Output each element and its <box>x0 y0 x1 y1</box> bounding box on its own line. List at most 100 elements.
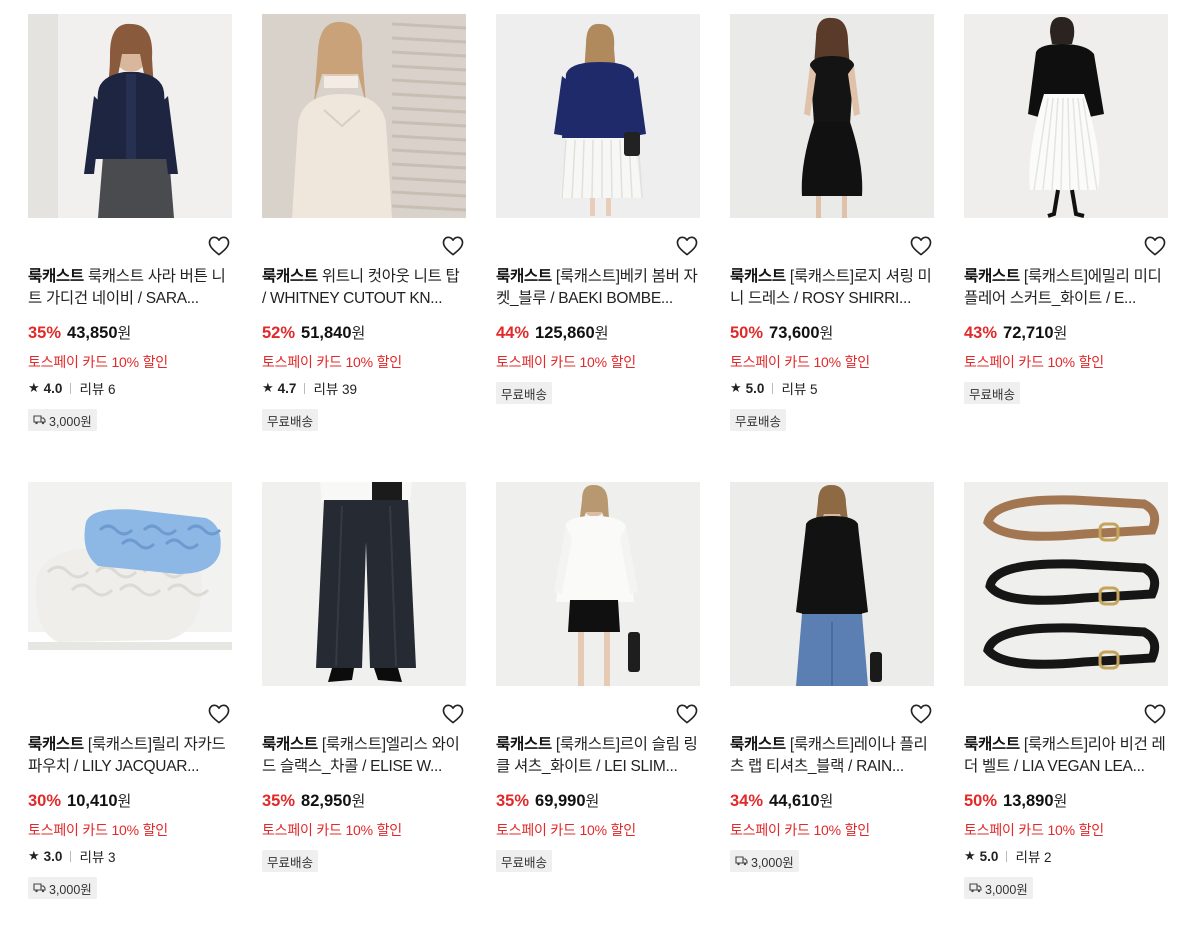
price-row: 35% 69,990원 <box>496 790 599 811</box>
product-image[interactable] <box>262 14 466 218</box>
product-card[interactable]: 룩캐스트 [룩캐스트]에밀리 미디 플레어 스커트_화이트 / E... 43% 7… <box>964 14 1168 482</box>
product-card[interactable]: 룩캐스트 룩캐스트 사라 버튼 니트 가디건 네이비 / SARA... 35% 4… <box>28 14 232 482</box>
product-card[interactable]: 룩캐스트 위트니 컷아웃 니트 탑 / WHITNEY CUTOUT KN... … <box>262 14 466 482</box>
product-card[interactable]: 룩캐스트 [룩캐스트]엘리스 와이드 슬랙스_차콜 / ELISE W... 35… <box>262 482 466 950</box>
heart-icon[interactable] <box>910 704 932 724</box>
sale-price: 125,860 <box>535 324 595 342</box>
review-count[interactable]: 리뷰 6 <box>79 378 115 398</box>
currency: 원 <box>1053 793 1068 810</box>
product-title[interactable]: 룩캐스트 [룩캐스트]릴리 자카드 파우치 / LILY JACQUAR... <box>28 734 232 778</box>
rating-value: 4.7 <box>277 380 297 396</box>
discount-rate: 44% <box>496 324 530 342</box>
price-row: 50% 13,890원 <box>964 790 1067 811</box>
product-title[interactable]: 룩캐스트 위트니 컷아웃 니트 탑 / WHITNEY CUTOUT KN... <box>262 266 466 310</box>
rating-value: 3.0 <box>43 848 63 864</box>
shipping-fee-badge: 3,000원 <box>730 850 799 872</box>
free-shipping-badge: 무료배송 <box>262 850 319 872</box>
heart-icon[interactable] <box>910 236 932 256</box>
review-count[interactable]: 리뷰 2 <box>1015 846 1051 866</box>
currency: 원 <box>819 793 834 810</box>
sale-price: 73,600 <box>769 324 820 342</box>
promo-text: 토스페이 카드 10% 할인 <box>730 822 870 838</box>
truck-icon <box>735 856 748 866</box>
sale-price: 10,410 <box>67 792 118 810</box>
product-card[interactable]: 룩캐스트 [룩캐스트]베키 봄버 자켓_블루 / BAEKI BOMBE... 4… <box>496 14 700 482</box>
free-shipping-badge: 무료배송 <box>496 850 553 872</box>
currency: 원 <box>1053 325 1068 342</box>
heart-icon[interactable] <box>442 236 464 256</box>
sale-price: 13,890 <box>1003 792 1054 810</box>
product-card[interactable]: 룩캐스트 [룩캐스트]레이나 플리츠 랩 티셔츠_블랙 / RAIN... 34%… <box>730 482 934 950</box>
price-row: 35% 43,850원 <box>28 322 131 343</box>
product-card[interactable]: 룩캐스트 [룩캐스트]르이 슬림 링클 셔츠_화이트 / LEI SLIM... … <box>496 482 700 950</box>
product-image[interactable] <box>730 482 934 686</box>
star-icon: ★ <box>964 848 976 863</box>
product-title[interactable]: 룩캐스트 [룩캐스트]엘리스 와이드 슬랙스_차콜 / ELISE W... <box>262 734 466 778</box>
review-count[interactable]: 리뷰 3 <box>79 846 115 866</box>
rating-row: ★ 4.0 리뷰 6 <box>28 378 116 398</box>
shipping-text: 무료배송 <box>501 855 548 870</box>
product-image[interactable] <box>496 14 700 218</box>
brand-name: 룩캐스트 <box>496 736 552 753</box>
review-count[interactable]: 리뷰 39 <box>313 378 357 398</box>
brand-name: 룩캐스트 <box>964 736 1020 753</box>
product-image[interactable] <box>964 14 1168 218</box>
rating-row: ★ 4.7 리뷰 39 <box>262 378 357 398</box>
shipping-fee-badge: 3,000원 <box>28 877 97 899</box>
brand-name: 룩캐스트 <box>262 736 318 753</box>
heart-icon[interactable] <box>676 236 698 256</box>
brand-name: 룩캐스트 <box>496 268 552 285</box>
product-title[interactable]: 룩캐스트 룩캐스트 사라 버튼 니트 가디건 네이비 / SARA... <box>28 266 232 310</box>
truck-icon <box>33 415 46 425</box>
star-icon: ★ <box>262 380 274 395</box>
product-card[interactable]: 룩캐스트 [룩캐스트]로지 셔링 미니 드레스 / ROSY SHIRRI... … <box>730 14 934 482</box>
brand-name: 룩캐스트 <box>730 268 786 285</box>
rating-value: 5.0 <box>979 848 999 864</box>
free-shipping-badge: 무료배송 <box>496 382 553 404</box>
brand-name: 룩캐스트 <box>730 736 786 753</box>
product-image[interactable] <box>496 482 700 686</box>
free-shipping-badge: 무료배송 <box>964 382 1021 404</box>
product-title[interactable]: 룩캐스트 [룩캐스트]에밀리 미디 플레어 스커트_화이트 / E... <box>964 266 1168 310</box>
product-image[interactable] <box>28 14 232 218</box>
price-row: 44% 125,860원 <box>496 322 609 343</box>
product-title[interactable]: 룩캐스트 [룩캐스트]르이 슬림 링클 셔츠_화이트 / LEI SLIM... <box>496 734 700 778</box>
product-title[interactable]: 룩캐스트 [룩캐스트]레이나 플리츠 랩 티셔츠_블랙 / RAIN... <box>730 734 934 778</box>
shipping-text: 무료배송 <box>501 387 548 402</box>
review-count[interactable]: 리뷰 5 <box>781 378 817 398</box>
shipping-text: 무료배송 <box>267 414 314 429</box>
shipping-fee-badge: 3,000원 <box>964 877 1033 899</box>
currency: 원 <box>594 325 609 342</box>
product-image[interactable] <box>28 482 232 686</box>
promo-text: 토스페이 카드 10% 할인 <box>28 354 168 370</box>
heart-icon[interactable] <box>1144 704 1166 724</box>
heart-icon[interactable] <box>676 704 698 724</box>
heart-icon[interactable] <box>208 704 230 724</box>
product-image[interactable] <box>730 14 934 218</box>
discount-rate: 35% <box>262 792 296 810</box>
free-shipping-badge: 무료배송 <box>262 409 319 431</box>
brand-name: 룩캐스트 <box>28 736 84 753</box>
product-card[interactable]: 룩캐스트 [룩캐스트]릴리 자카드 파우치 / LILY JACQUAR... 3… <box>28 482 232 950</box>
product-image[interactable] <box>262 482 466 686</box>
currency: 원 <box>585 793 600 810</box>
shipping-text: 3,000원 <box>49 414 92 429</box>
product-title[interactable]: 룩캐스트 [룩캐스트]로지 셔링 미니 드레스 / ROSY SHIRRI... <box>730 266 934 310</box>
truck-icon <box>969 883 982 893</box>
heart-icon[interactable] <box>208 236 230 256</box>
rating-row: ★ 3.0 리뷰 3 <box>28 846 116 866</box>
star-icon: ★ <box>28 380 40 395</box>
discount-rate: 50% <box>964 792 998 810</box>
rating-value: 5.0 <box>745 380 765 396</box>
heart-icon[interactable] <box>442 704 464 724</box>
product-card[interactable]: 룩캐스트 [룩캐스트]리아 비건 레더 벨트 / LIA VEGAN LEA...… <box>964 482 1168 950</box>
product-title[interactable]: 룩캐스트 [룩캐스트]리아 비건 레더 벨트 / LIA VEGAN LEA... <box>964 734 1168 778</box>
heart-icon[interactable] <box>1144 236 1166 256</box>
discount-rate: 34% <box>730 792 764 810</box>
truck-icon <box>33 883 46 893</box>
promo-text: 토스페이 카드 10% 할인 <box>964 822 1104 838</box>
product-title[interactable]: 룩캐스트 [룩캐스트]베키 봄버 자켓_블루 / BAEKI BOMBE... <box>496 266 700 310</box>
price-row: 43% 72,710원 <box>964 322 1067 343</box>
discount-rate: 43% <box>964 324 998 342</box>
product-image[interactable] <box>964 482 1168 686</box>
